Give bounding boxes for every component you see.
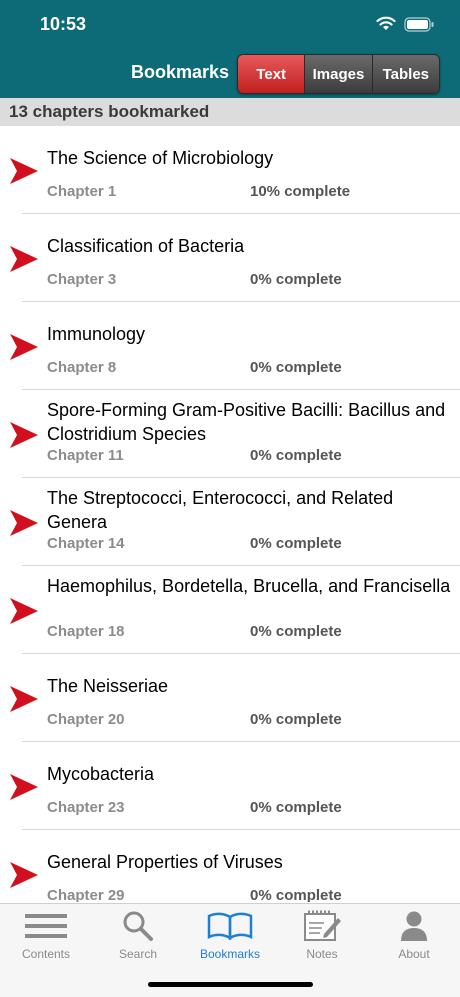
bookmark-chapter: Chapter 14 [47,535,125,552]
bookmark-chapter: Chapter 11 [47,447,124,464]
bookmark-list: The Science of Microbiology Chapter 1 10… [0,126,460,902]
tab-label: Contents [21,947,71,961]
segment-images[interactable]: Images [304,55,372,93]
bookmark-arrow-icon [10,686,38,712]
bookmark-title: Haemophilus, Bordetella, Brucella, and F… [47,576,451,596]
tab-label: Notes [306,947,338,961]
tab-bookmarks[interactable]: Bookmarks [184,908,276,968]
status-time: 10:53 [40,14,87,34]
bookmark-progress: 0% complete [250,447,342,464]
bookmark-progress: 10% complete [250,183,351,200]
notepad-icon [302,908,342,944]
bookmark-title: Spore-Forming Gram-Positive Bacilli: Bac… [47,400,446,444]
bookmark-row[interactable]: Classification of Bacteria Chapter 3 0% … [10,214,460,302]
bookmark-row[interactable]: Spore-Forming Gram-Positive Bacilli: Bac… [10,390,460,478]
segment-tables[interactable]: Tables [371,55,439,93]
bookmark-count-text: 13 chapters bookmarked [9,102,210,121]
bookmark-chapter: Chapter 3 [47,271,117,288]
bookmark-row[interactable]: The Neisseriae Chapter 20 0% complete [10,654,460,742]
bookmark-row[interactable]: Immunology Chapter 8 0% complete [10,302,460,390]
tab-contents[interactable]: Contents [0,908,92,968]
bookmark-progress: 0% complete [250,887,342,902]
bookmark-count-header: 13 chapters bookmarked [0,98,460,126]
home-indicator [148,982,313,987]
search-icon [122,908,154,944]
bookmark-arrow-icon [10,598,38,624]
bookmark-arrow-icon [10,246,38,272]
bookmark-chapter: Chapter 1 [47,183,117,200]
bookmark-row[interactable]: Mycobacteria Chapter 23 0% complete [10,742,460,830]
bookmark-progress: 0% complete [250,359,342,376]
tab-label: Bookmarks [199,947,261,961]
bookmark-arrow-icon [10,510,38,536]
book-icon [207,908,253,944]
bookmark-progress: 0% complete [250,711,342,728]
bookmark-title: Mycobacteria [47,764,155,784]
bookmark-title: The Science of Microbiology [47,148,274,168]
bookmark-arrow-icon [10,334,38,360]
top-bar: 10:53 Bookmarks Text Images Tables [0,0,460,98]
bookmark-row[interactable]: The Science of Microbiology Chapter 1 10… [10,126,460,214]
bookmark-chapter: Chapter 20 [47,711,125,728]
bookmark-progress: 0% complete [250,271,342,288]
bookmark-arrow-icon [10,158,38,184]
bookmark-progress: 0% complete [250,799,342,816]
bookmark-chapter: Chapter 23 [47,799,125,816]
bookmark-arrow-icon [10,422,38,448]
page-title: Bookmarks [131,62,230,82]
bookmark-arrow-icon [10,774,38,800]
bookmark-chapter: Chapter 29 [47,887,125,902]
bookmark-progress: 0% complete [250,535,342,552]
bookmark-arrow-icon [10,862,38,888]
tab-search[interactable]: Search [92,908,184,968]
bookmark-title: Immunology [47,324,146,344]
bookmark-progress: 0% complete [250,623,342,640]
status-icons [376,16,434,32]
bookmark-chapter: Chapter 8 [47,359,117,376]
tab-notes[interactable]: Notes [276,908,368,968]
bookmark-row[interactable]: General Properties of Viruses Chapter 29… [10,830,460,902]
tab-label: Search [118,947,158,961]
battery-icon [404,16,434,32]
wifi-icon [376,16,396,30]
content-type-segmented-control: Text Images Tables [237,54,440,94]
bookmark-title: The Streptococci, Enterococci, and Relat… [47,488,394,532]
bookmark-row[interactable]: Haemophilus, Bordetella, Brucella, and F… [10,566,460,654]
bookmark-row[interactable]: The Streptococci, Enterococci, and Relat… [10,478,460,566]
tab-label: About [398,947,430,961]
bookmark-chapter: Chapter 18 [47,623,125,640]
tab-about[interactable]: About [368,908,460,968]
bookmark-title: The Neisseriae [47,676,169,696]
segment-text[interactable]: Text [238,55,305,93]
bookmark-title: Classification of Bacteria [47,236,245,256]
list-icon [25,908,67,944]
person-icon [400,908,428,944]
bookmark-title: General Properties of Viruses [47,852,283,872]
